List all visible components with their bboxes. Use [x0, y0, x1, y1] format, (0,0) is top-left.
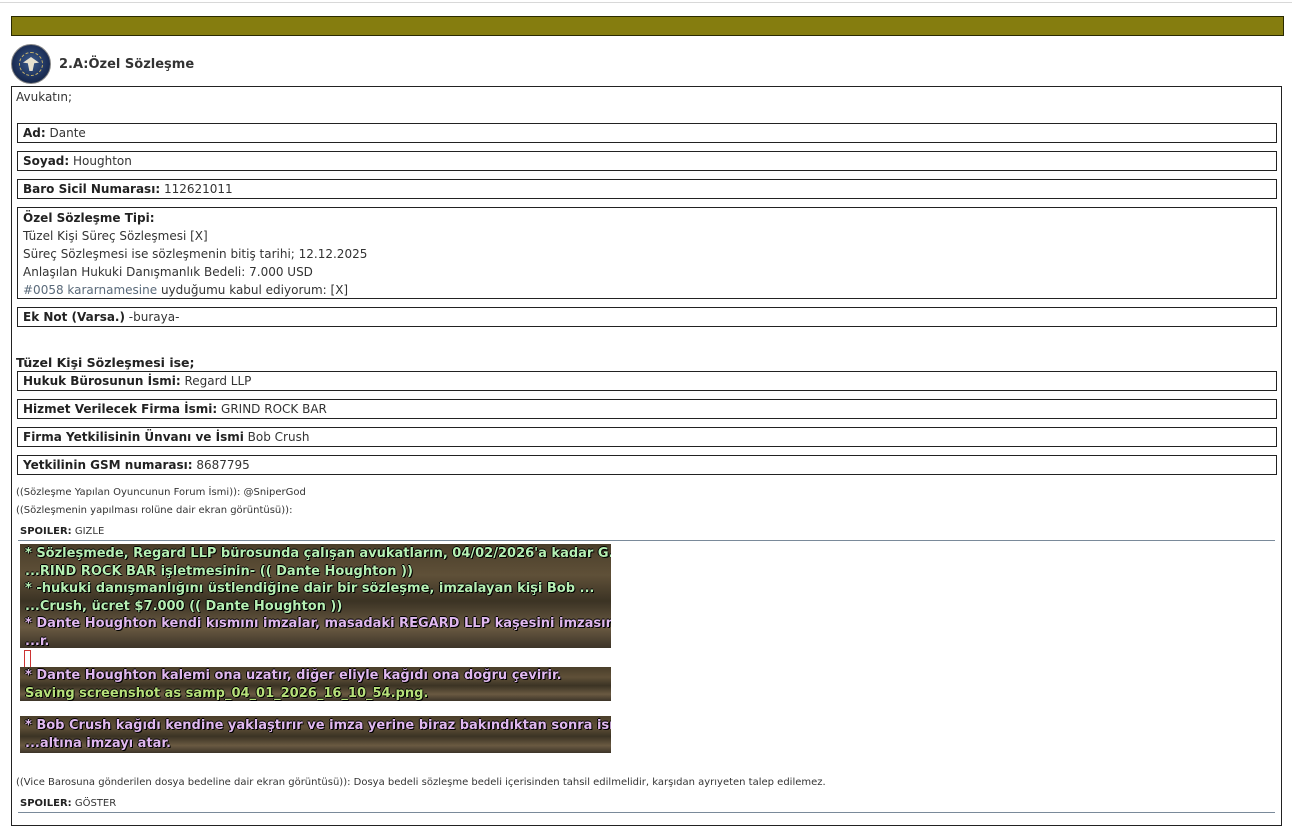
- chat-line: * Dante Houghton kendi kısmını imzalar, …: [25, 616, 611, 631]
- screenshot-note: ((Sözleşmenin yapılması rolüne dair ekra…: [16, 505, 293, 516]
- field-gsm: Yetkilinin GSM numarası: 8687795: [17, 455, 1277, 475]
- redaction-bar: [20, 701, 483, 713]
- field-value: GRIND ROCK BAR: [221, 402, 327, 416]
- field-label: Soyad:: [23, 154, 70, 168]
- forum-name-note: ((Sözleşme Yapılan Oyuncunun Forum İsmi)…: [16, 487, 306, 498]
- field-value: 8687795: [196, 458, 250, 472]
- thread-header-bar: [11, 16, 1284, 36]
- chat-line: ...altına imzayı atar.: [25, 735, 171, 751]
- field-yetkili: Firma Yetkilisinin Ünvanı ve İsmi Bob Cr…: [17, 427, 1277, 447]
- field-label: Hukuk Bürosunun İsmi:: [23, 374, 181, 388]
- chat-line: ...RIND ROCK BAR işletmesinin- (( Dante …: [25, 563, 413, 579]
- avatar[interactable]: [11, 44, 51, 84]
- tip-line-4: uyduğumu kabul ediyorum: [X]: [157, 283, 349, 297]
- chat-line: * Dante Houghton kalemi ona uzatır, diğe…: [25, 668, 562, 683]
- field-soyad: Soyad: Houghton: [17, 151, 1277, 171]
- spoiler-divider: [18, 812, 1275, 813]
- vice-fee-note: ((Vice Barosuna gönderilen dosya bedelin…: [16, 777, 826, 788]
- chat-line: * -hukuki danışmanlığını üstlendiğine da…: [25, 581, 595, 596]
- field-value: Dante: [49, 126, 86, 140]
- spoiler-label: SPOILER:: [20, 526, 72, 537]
- field-label: Ek Not (Varsa.): [23, 310, 125, 324]
- decree-link[interactable]: #0058 kararnamesine: [23, 283, 157, 297]
- field-ad: Ad: Dante: [17, 123, 1277, 143]
- intro-text: Avukatın;: [16, 90, 72, 104]
- field-value: 112621011: [163, 182, 233, 196]
- field-value: Regard LLP: [184, 374, 252, 388]
- post-title: 2.A:Özel Sözleşme: [59, 57, 195, 72]
- chat-line: * Bob Crush kağıdı kendine yaklaştırır v…: [25, 718, 611, 733]
- chat-line: ...r.: [25, 633, 50, 649]
- field-label: Hizmet Verilecek Firma İsmi:: [23, 402, 218, 416]
- chat-screenshot-3: * Bob Crush kağıdı kendine yaklaştırır v…: [20, 716, 611, 753]
- field-firma: Hizmet Verilecek Firma İsmi: GRIND ROCK …: [17, 399, 1277, 419]
- field-label: Ad:: [23, 126, 46, 140]
- tip-line-1: Tüzel Kişi Süreç Sözleşmesi [X]: [23, 229, 208, 243]
- field-value: -buraya-: [124, 310, 180, 324]
- spoiler-toggle-2[interactable]: SPOILER: GÖSTER: [20, 798, 116, 809]
- chat-line: Saving screenshot as samp_04_01_2026_16_…: [25, 685, 429, 701]
- chat-line: ...Crush, ücret $7.000 (( Dante Houghton…: [25, 598, 343, 614]
- field-label: Firma Yetkilisinin Ünvanı ve İsmi: [23, 430, 244, 444]
- field-baro: Baro Sicil Numarası: 112621011: [17, 179, 1277, 199]
- field-label: Yetkilinin GSM numarası:: [23, 458, 193, 472]
- field-label: Baro Sicil Numarası:: [23, 182, 161, 196]
- spoiler-divider: [18, 540, 1275, 541]
- spoiler-toggle[interactable]: SPOILER: GIZLE: [20, 526, 104, 537]
- field-tip: Özel Sözleşme Tipi: Tüzel Kişi Süreç Söz…: [17, 207, 1277, 299]
- chat-screenshot-2: * Dante Houghton kalemi ona uzatır, diğe…: [20, 667, 611, 701]
- chat-line: * Sözleşmede, Regard LLP bürosunda çalış…: [25, 546, 611, 561]
- top-divider: [0, 2, 1292, 3]
- spoiler-label: SPOILER:: [20, 798, 72, 809]
- field-buro: Hukuk Bürosunun İsmi: Regard LLP: [17, 371, 1277, 391]
- tip-line-3: Anlaşılan Hukuki Danışmanlık Bedeli: 7.0…: [23, 265, 313, 279]
- field-value: Bob Crush: [247, 430, 310, 444]
- field-eknot: Ek Not (Varsa.) -buraya-: [17, 307, 1277, 327]
- field-value: Houghton: [73, 154, 132, 168]
- field-label: Özel Sözleşme Tipi:: [23, 211, 155, 225]
- spoiler-hide-button[interactable]: GIZLE: [75, 526, 104, 537]
- cursor-mark: [24, 650, 31, 668]
- chat-screenshot-1: * Sözleşmede, Regard LLP bürosunda çalış…: [20, 544, 611, 648]
- tip-line-2: Süreç Sözleşmesi ise sözleşmenin bitiş t…: [23, 247, 368, 261]
- spoiler-show-button[interactable]: GÖSTER: [75, 798, 116, 809]
- corporate-heading: Tüzel Kişi Sözleşmesi ise;: [16, 355, 195, 370]
